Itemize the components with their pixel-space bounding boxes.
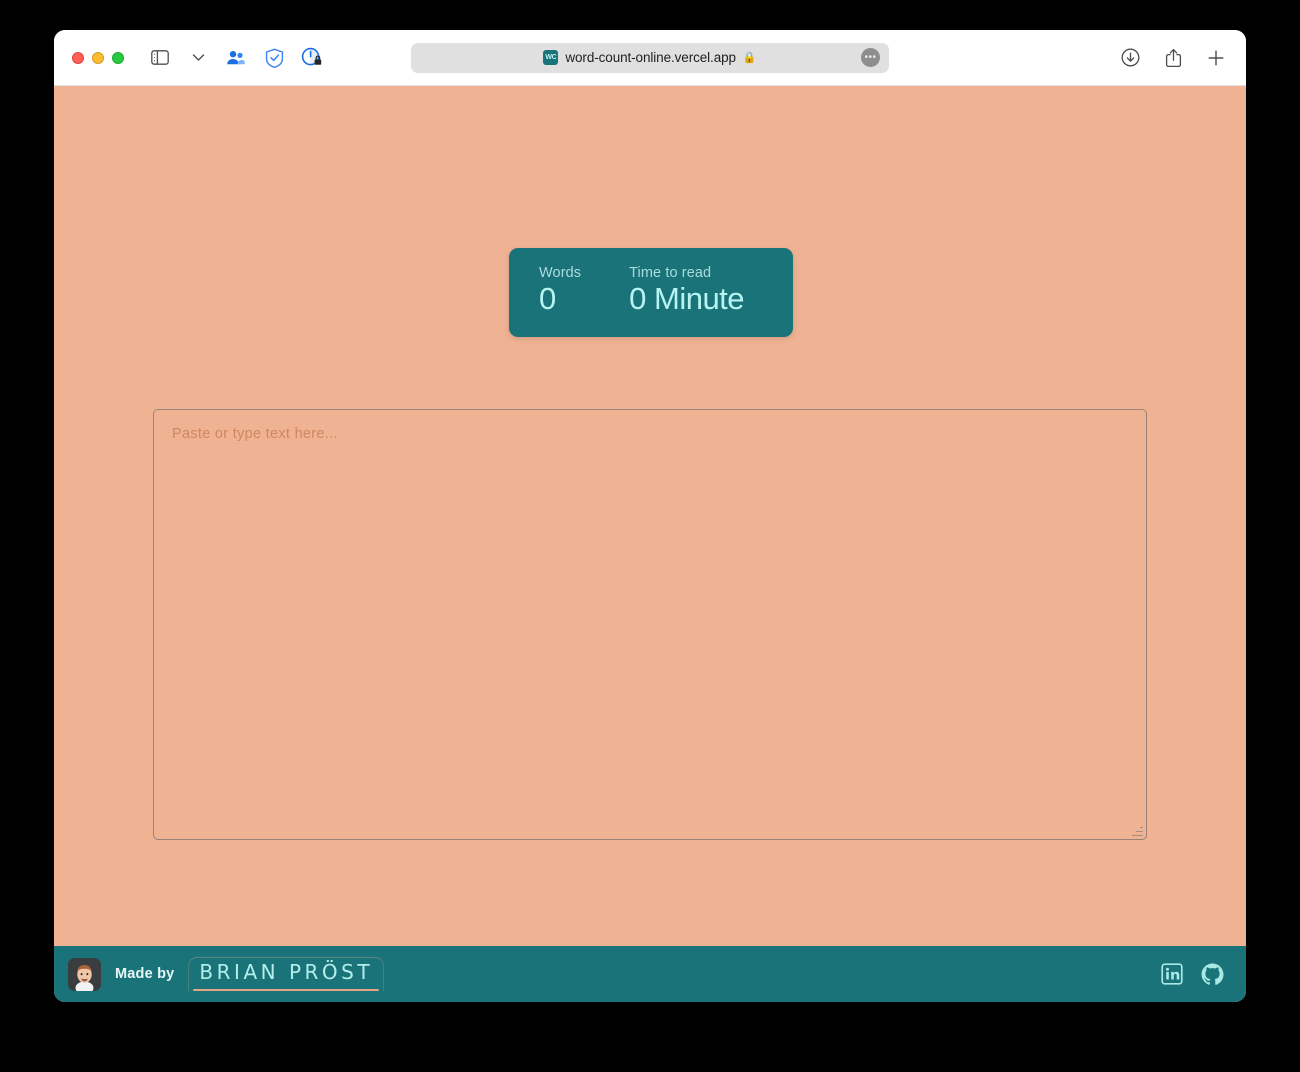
stat-words: Words 0 xyxy=(539,265,581,317)
linkedin-icon[interactable] xyxy=(1161,963,1183,985)
new-tab-icon[interactable] xyxy=(1204,46,1228,70)
address-url-text: word-count-online.vercel.app xyxy=(565,50,736,65)
stat-time-label: Time to read xyxy=(629,265,712,281)
zoom-window-button[interactable] xyxy=(112,51,124,64)
adguard-shield-icon[interactable] xyxy=(262,46,286,70)
secure-lock-icon: 🔒 xyxy=(742,52,757,64)
footer-social-links xyxy=(1161,962,1224,986)
close-window-button[interactable] xyxy=(72,51,84,64)
stat-time-value: 0 Minute xyxy=(629,281,745,316)
page-settings-button[interactable]: ••• xyxy=(861,48,880,67)
stat-time-to-read: Time to read 0 Minute xyxy=(629,265,744,317)
privacy-report-icon[interactable] xyxy=(300,46,324,70)
github-icon[interactable] xyxy=(1201,962,1224,986)
chevron-down-icon[interactable] xyxy=(186,46,210,70)
sidebar-toggle-icon[interactable] xyxy=(148,46,172,70)
stat-words-value: 0 xyxy=(539,281,556,316)
stat-words-label: Words xyxy=(539,265,582,281)
site-favicon: WC xyxy=(543,50,559,65)
window-controls xyxy=(72,51,124,64)
browser-toolbar: WC word-count-online.vercel.app 🔒 ••• xyxy=(54,30,1246,86)
page-content: Words 0 Time to read 0 Minute Paste or t… xyxy=(54,86,1246,1002)
toolbar-left-icons xyxy=(148,46,324,70)
author-name-link[interactable]: BRIAN PRÖST xyxy=(188,957,385,991)
site-footer: Made by BRIAN PRÖST xyxy=(54,946,1246,1002)
share-icon[interactable] xyxy=(1161,46,1185,70)
address-bar[interactable]: WC word-count-online.vercel.app 🔒 ••• xyxy=(411,42,889,73)
text-input-area[interactable] xyxy=(153,409,1147,840)
downloads-icon[interactable] xyxy=(1118,46,1142,70)
stats-card: Words 0 Time to read 0 Minute xyxy=(509,248,793,337)
made-by-label: Made by xyxy=(115,966,175,982)
browser-window: WC word-count-online.vercel.app 🔒 ••• Wo… xyxy=(54,30,1246,1002)
avatar xyxy=(68,957,101,991)
extension-people-icon[interactable] xyxy=(224,46,248,70)
toolbar-right-icons xyxy=(1118,46,1228,70)
minimize-window-button[interactable] xyxy=(92,51,104,64)
